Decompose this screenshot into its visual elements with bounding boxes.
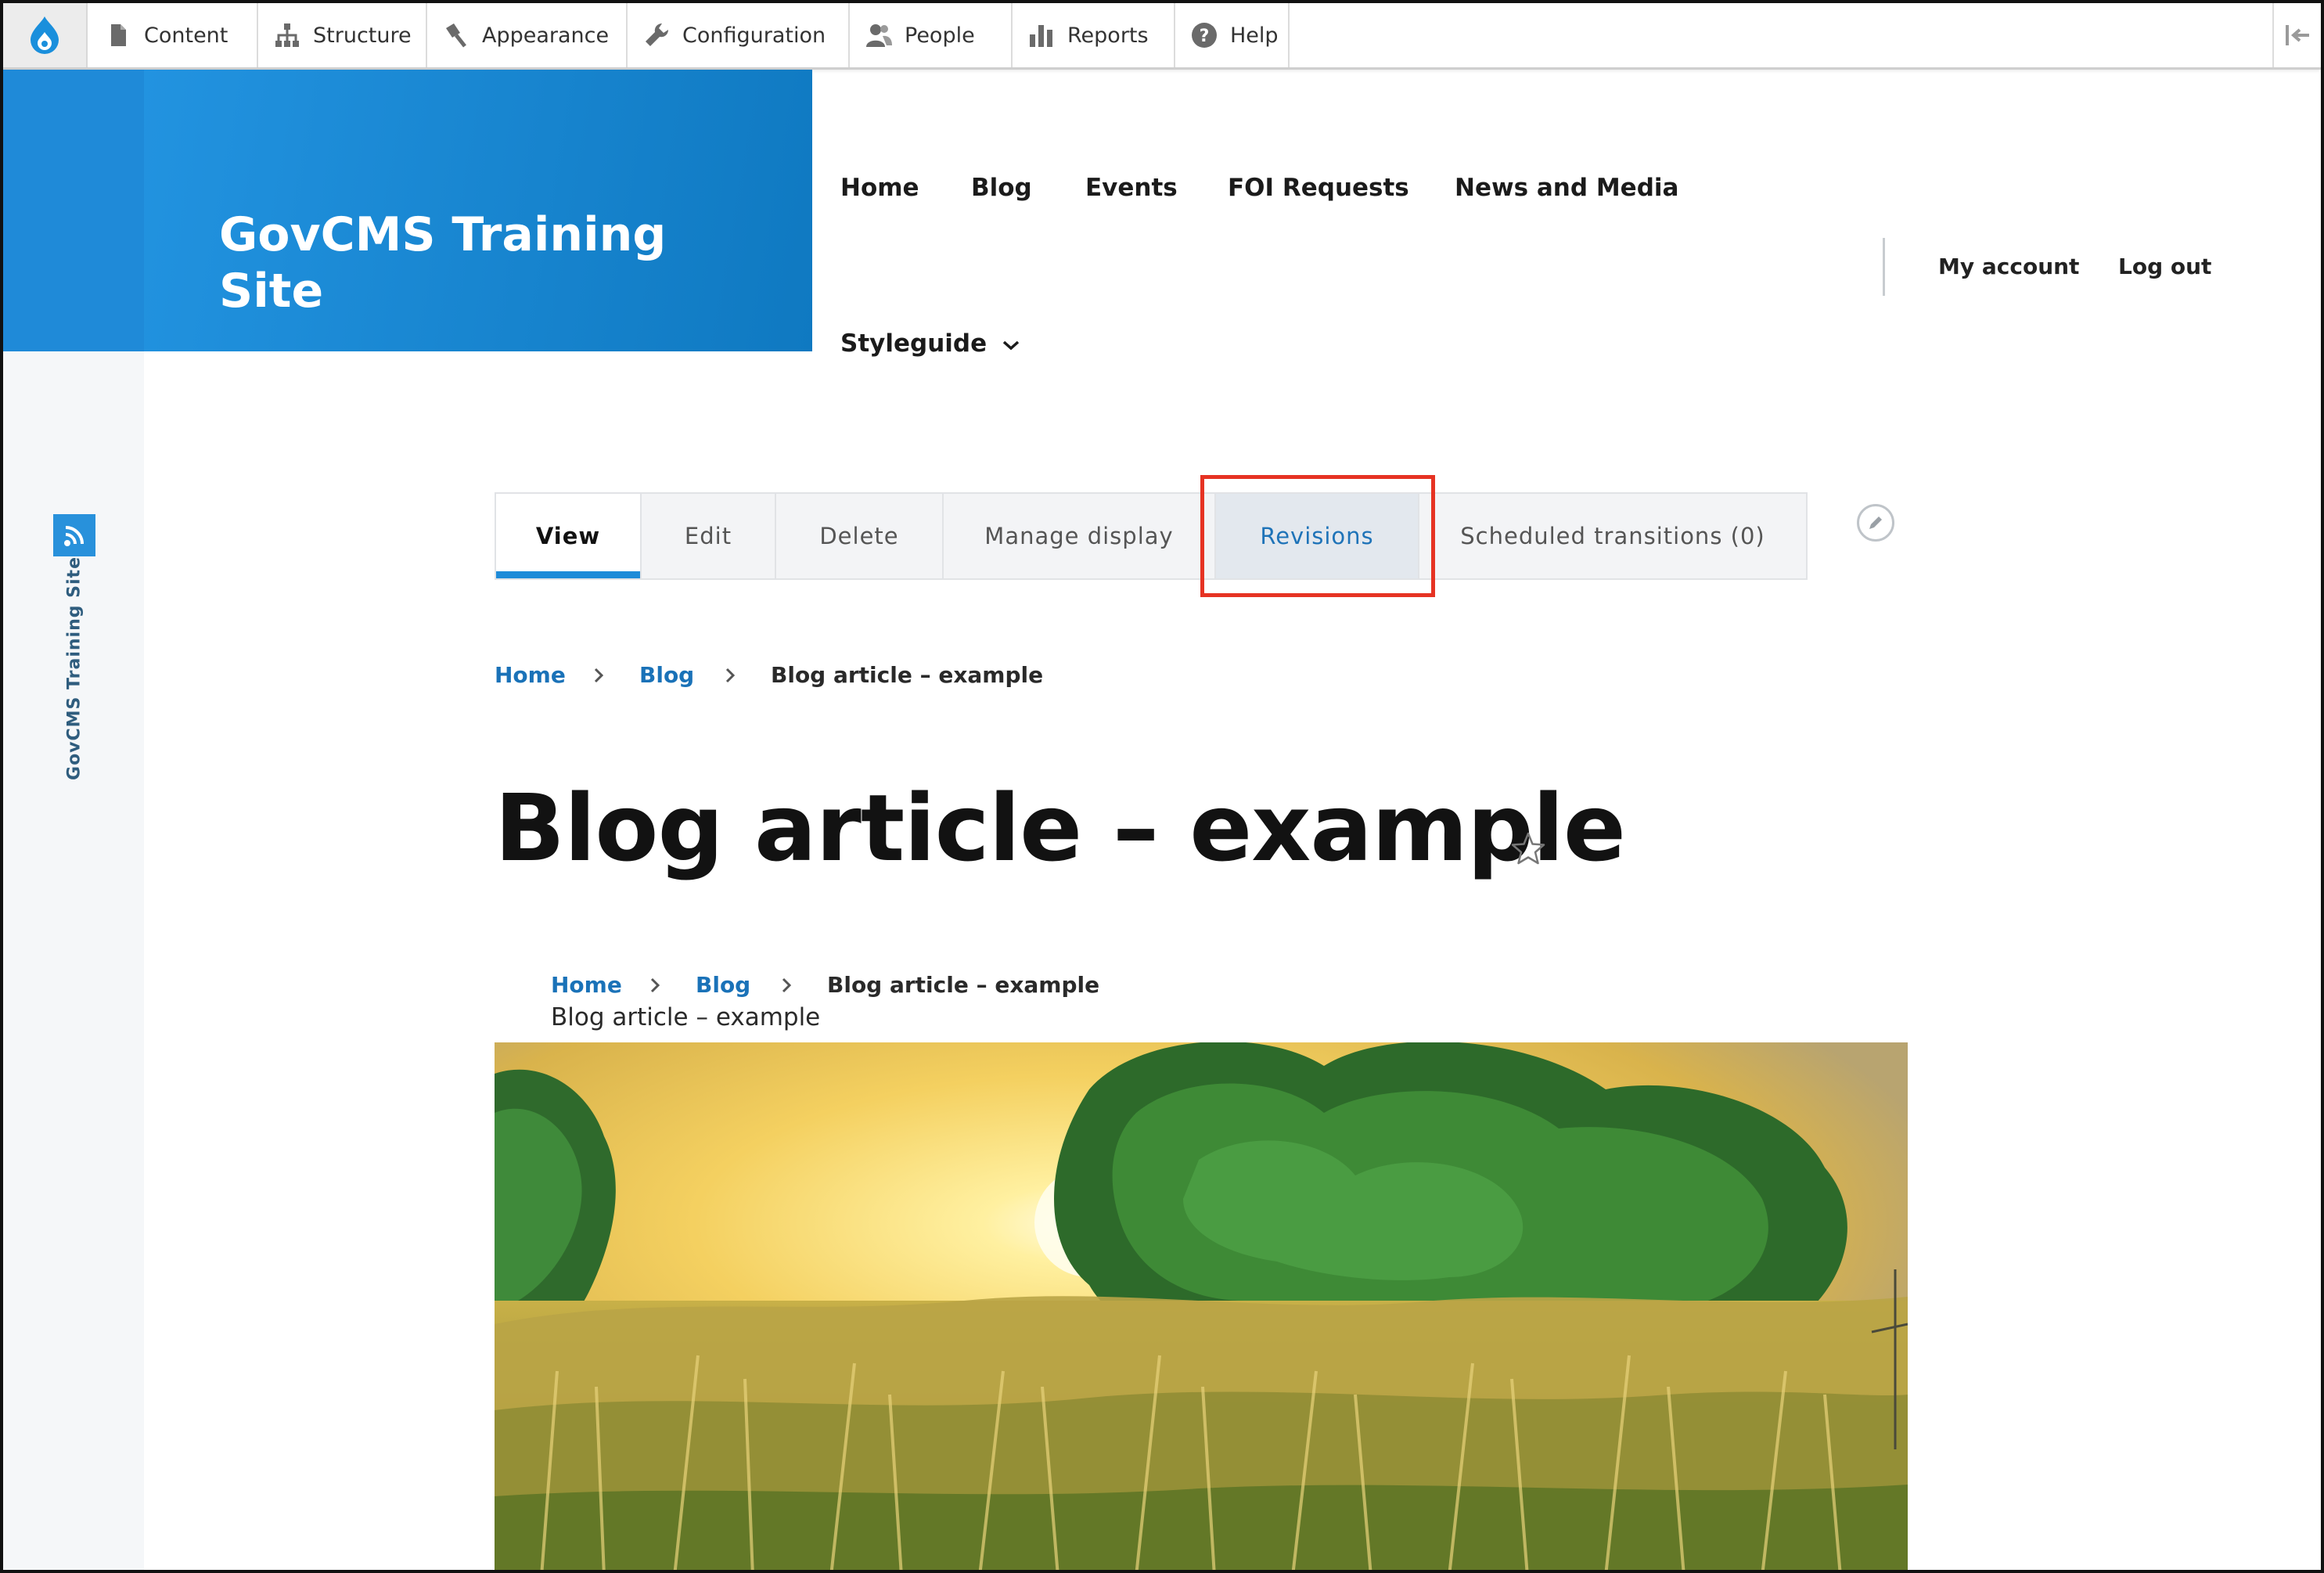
main-nav-styleguide[interactable]: Styleguide [840, 329, 1020, 358]
main-nav-home[interactable]: Home [840, 174, 919, 202]
my-account-link[interactable]: My account [1938, 254, 2079, 279]
body-breadcrumb-current: Blog article – example [827, 972, 1100, 998]
breadcrumb-chevron-icon [725, 668, 736, 683]
breadcrumb-chevron-icon [594, 668, 604, 683]
toolbar-content-label: Content [144, 23, 228, 48]
people-icon [865, 22, 892, 49]
toolbar-configuration-label: Configuration [682, 23, 826, 48]
revisions-highlight-box [1200, 475, 1435, 597]
site-branding[interactable]: GovCMS Training Site [144, 70, 812, 351]
toolbar-help-label: Help [1230, 23, 1279, 48]
main-nav-foi-requests[interactable]: FOI Requests [1228, 174, 1409, 202]
tab-edit[interactable]: Edit [642, 494, 776, 578]
file-icon [105, 22, 131, 49]
chevron-down-icon [1002, 340, 1020, 350]
star-icon[interactable] [1510, 830, 1546, 866]
main-nav-events[interactable]: Events [1085, 174, 1178, 202]
site-name[interactable]: GovCMS Training Site [219, 207, 720, 319]
page-title: Blog article – example [495, 774, 1626, 882]
local-tasks-tabs: View Edit Delete Manage display Revision… [495, 492, 1808, 580]
toolbar-people-label: People [905, 23, 975, 48]
pencil-icon [1869, 517, 1882, 529]
tab-delete[interactable]: Delete [776, 494, 944, 578]
toolbar-configuration[interactable]: Configuration [626, 3, 850, 67]
sitemap-icon [274, 22, 300, 49]
help-icon: ? [1191, 22, 1218, 49]
tab-view[interactable]: View [496, 494, 642, 578]
contextual-edit-button[interactable] [1857, 504, 1894, 542]
breadcrumb-home[interactable]: Home [495, 662, 566, 688]
wrench-icon [643, 22, 670, 49]
toolbar-reports[interactable]: Reports [1011, 3, 1175, 67]
bar-chart-icon [1028, 22, 1055, 49]
toolbar-appearance-label: Appearance [482, 23, 610, 48]
sidebar-brand-strip [3, 70, 144, 351]
body-breadcrumb-home[interactable]: Home [551, 972, 622, 998]
svg-text:?: ? [1200, 27, 1210, 46]
breadcrumb-blog[interactable]: Blog [639, 662, 694, 688]
tab-manage-display[interactable]: Manage display [944, 494, 1216, 578]
hero-image [495, 1042, 1908, 1570]
body-subtitle: Blog article – example [551, 1003, 821, 1031]
toolbar-people[interactable]: People [848, 3, 1013, 67]
browser-viewport: Content Structure Appearance Configurati… [0, 0, 2324, 1573]
body-breadcrumb-blog[interactable]: Blog [696, 972, 750, 998]
collapse-arrow-icon [2286, 25, 2309, 45]
drupal-logo-icon[interactable] [3, 3, 88, 67]
main-nav-news-and-media[interactable]: News and Media [1455, 174, 1678, 202]
toolbar-help[interactable]: ? Help [1174, 3, 1290, 67]
toolbar-content[interactable]: Content [88, 3, 258, 67]
sidebar-site-label[interactable]: GovCMS Training Site [65, 556, 85, 780]
paint-icon [443, 22, 469, 49]
breadcrumb-chevron-icon [782, 977, 792, 993]
toolbar-structure-label: Structure [313, 23, 412, 48]
main-nav-blog[interactable]: Blog [971, 174, 1032, 202]
breadcrumb-chevron-icon [650, 977, 660, 993]
toolbar-reports-label: Reports [1067, 23, 1149, 48]
tab-scheduled-transitions[interactable]: Scheduled transitions (0) [1419, 494, 1806, 578]
breadcrumb-current: Blog article – example [771, 662, 1044, 688]
toolbar-structure[interactable]: Structure [257, 3, 427, 67]
account-nav-divider [1883, 238, 1885, 296]
shortcuts-icon[interactable] [53, 514, 95, 556]
admin-toolbar: Content Structure Appearance Configurati… [3, 3, 2321, 70]
styleguide-label: Styleguide [840, 329, 988, 358]
toolbar-orientation-toggle[interactable] [2272, 3, 2321, 67]
toolbar-appearance[interactable]: Appearance [426, 3, 628, 67]
log-out-link[interactable]: Log out [2118, 254, 2211, 279]
